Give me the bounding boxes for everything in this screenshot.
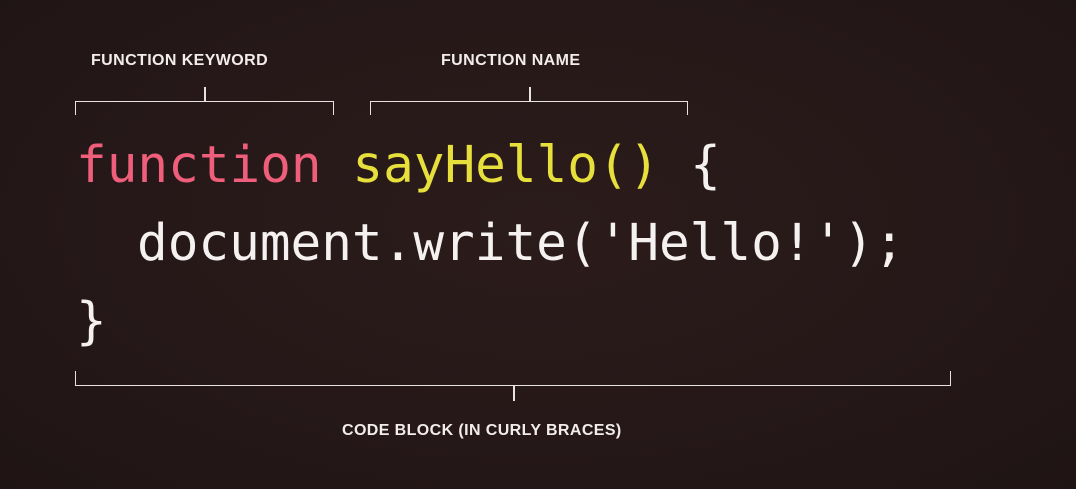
function-body-statement: document.write('Hello!'); — [137, 214, 905, 273]
code-block-bracket-tick — [513, 385, 515, 401]
function-keyword-bracket-tick — [204, 87, 206, 102]
diagram-canvas: FUNCTION KEYWORD FUNCTION NAME function … — [0, 0, 1076, 489]
function-keyword-bracket — [75, 101, 334, 115]
function-name: sayHello() — [352, 136, 660, 195]
code-block-label: CODE BLOCK (IN CURLY BRACES) — [342, 422, 622, 439]
function-name-bracket — [370, 101, 688, 115]
code-block-bracket — [75, 371, 951, 386]
code-line-declaration: function sayHello() { — [76, 136, 721, 196]
function-keyword-label: FUNCTION KEYWORD — [91, 52, 269, 69]
function-name-bracket-tick — [529, 87, 531, 102]
function-keyword: function — [76, 136, 322, 195]
function-name-label: FUNCTION NAME — [441, 52, 581, 69]
code-line-closing: } — [76, 292, 107, 352]
open-brace: { — [690, 136, 721, 195]
close-brace: } — [76, 292, 107, 351]
code-line-body: document.write('Hello!'); — [137, 214, 905, 274]
